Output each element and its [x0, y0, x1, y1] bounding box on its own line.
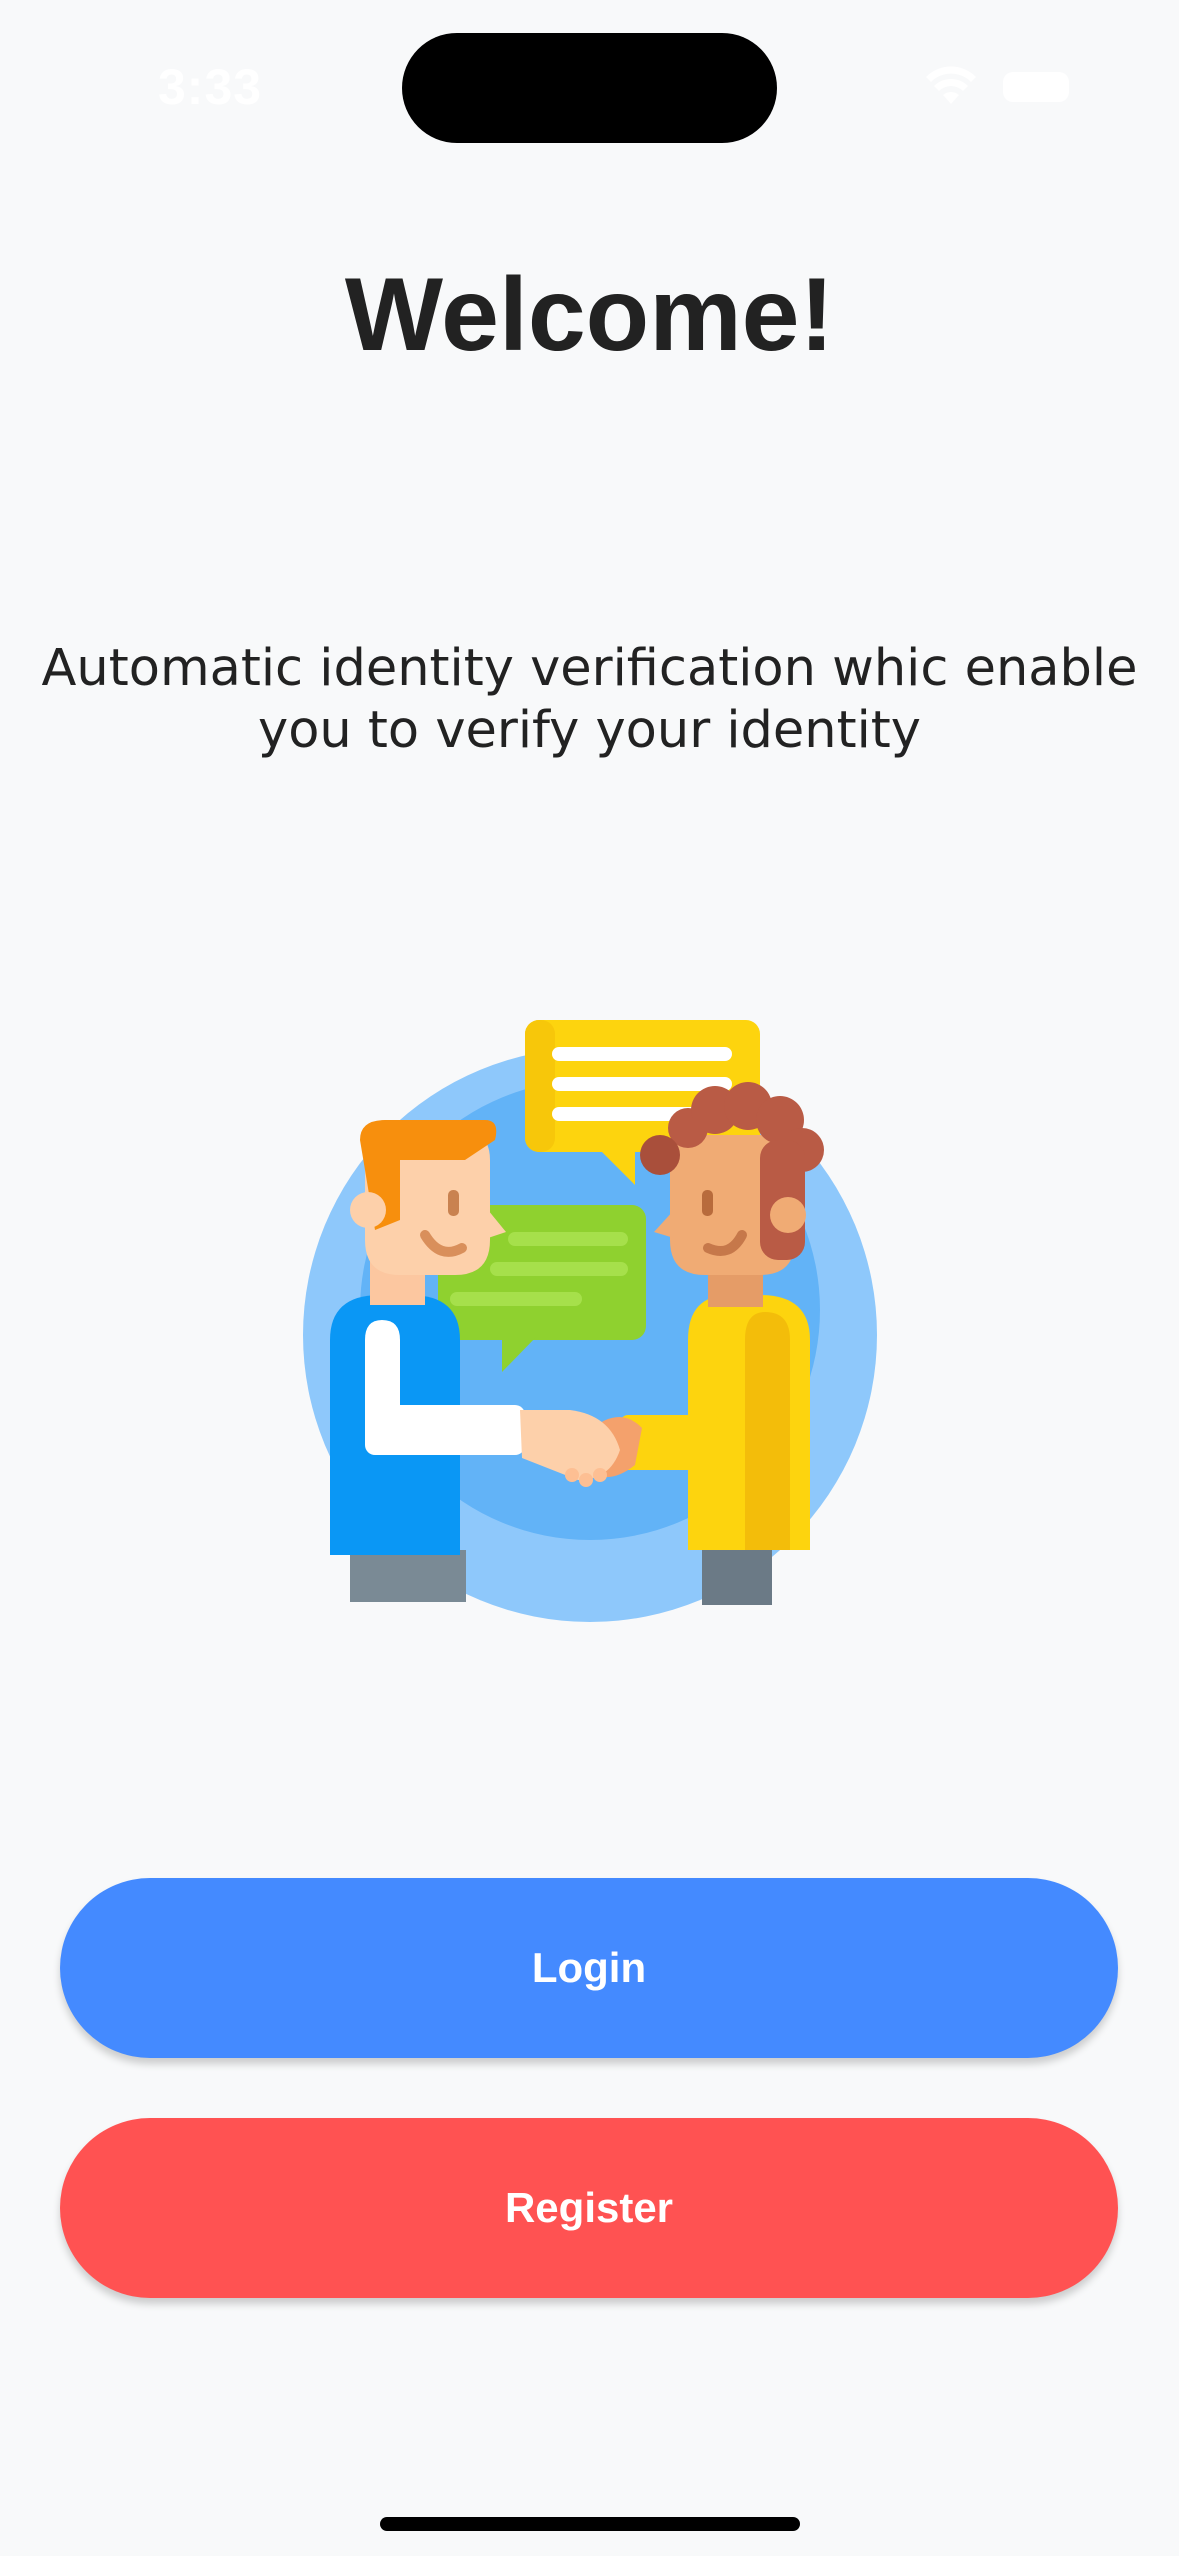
battery-icon: [1003, 72, 1069, 102]
page-subtitle: Automatic identity verification whic ena…: [41, 639, 1138, 760]
login-button[interactable]: Login: [60, 1878, 1118, 2058]
handshake-illustration: [303, 1020, 877, 1622]
wifi-icon: [926, 66, 976, 104]
dynamic-island: [402, 33, 777, 143]
home-indicator[interactable]: [380, 2517, 800, 2531]
status-time: 3:33: [158, 59, 263, 115]
register-button[interactable]: Register: [60, 2118, 1118, 2298]
status-bar: 3:33: [0, 0, 1179, 150]
page-title: Welcome!: [344, 257, 835, 373]
